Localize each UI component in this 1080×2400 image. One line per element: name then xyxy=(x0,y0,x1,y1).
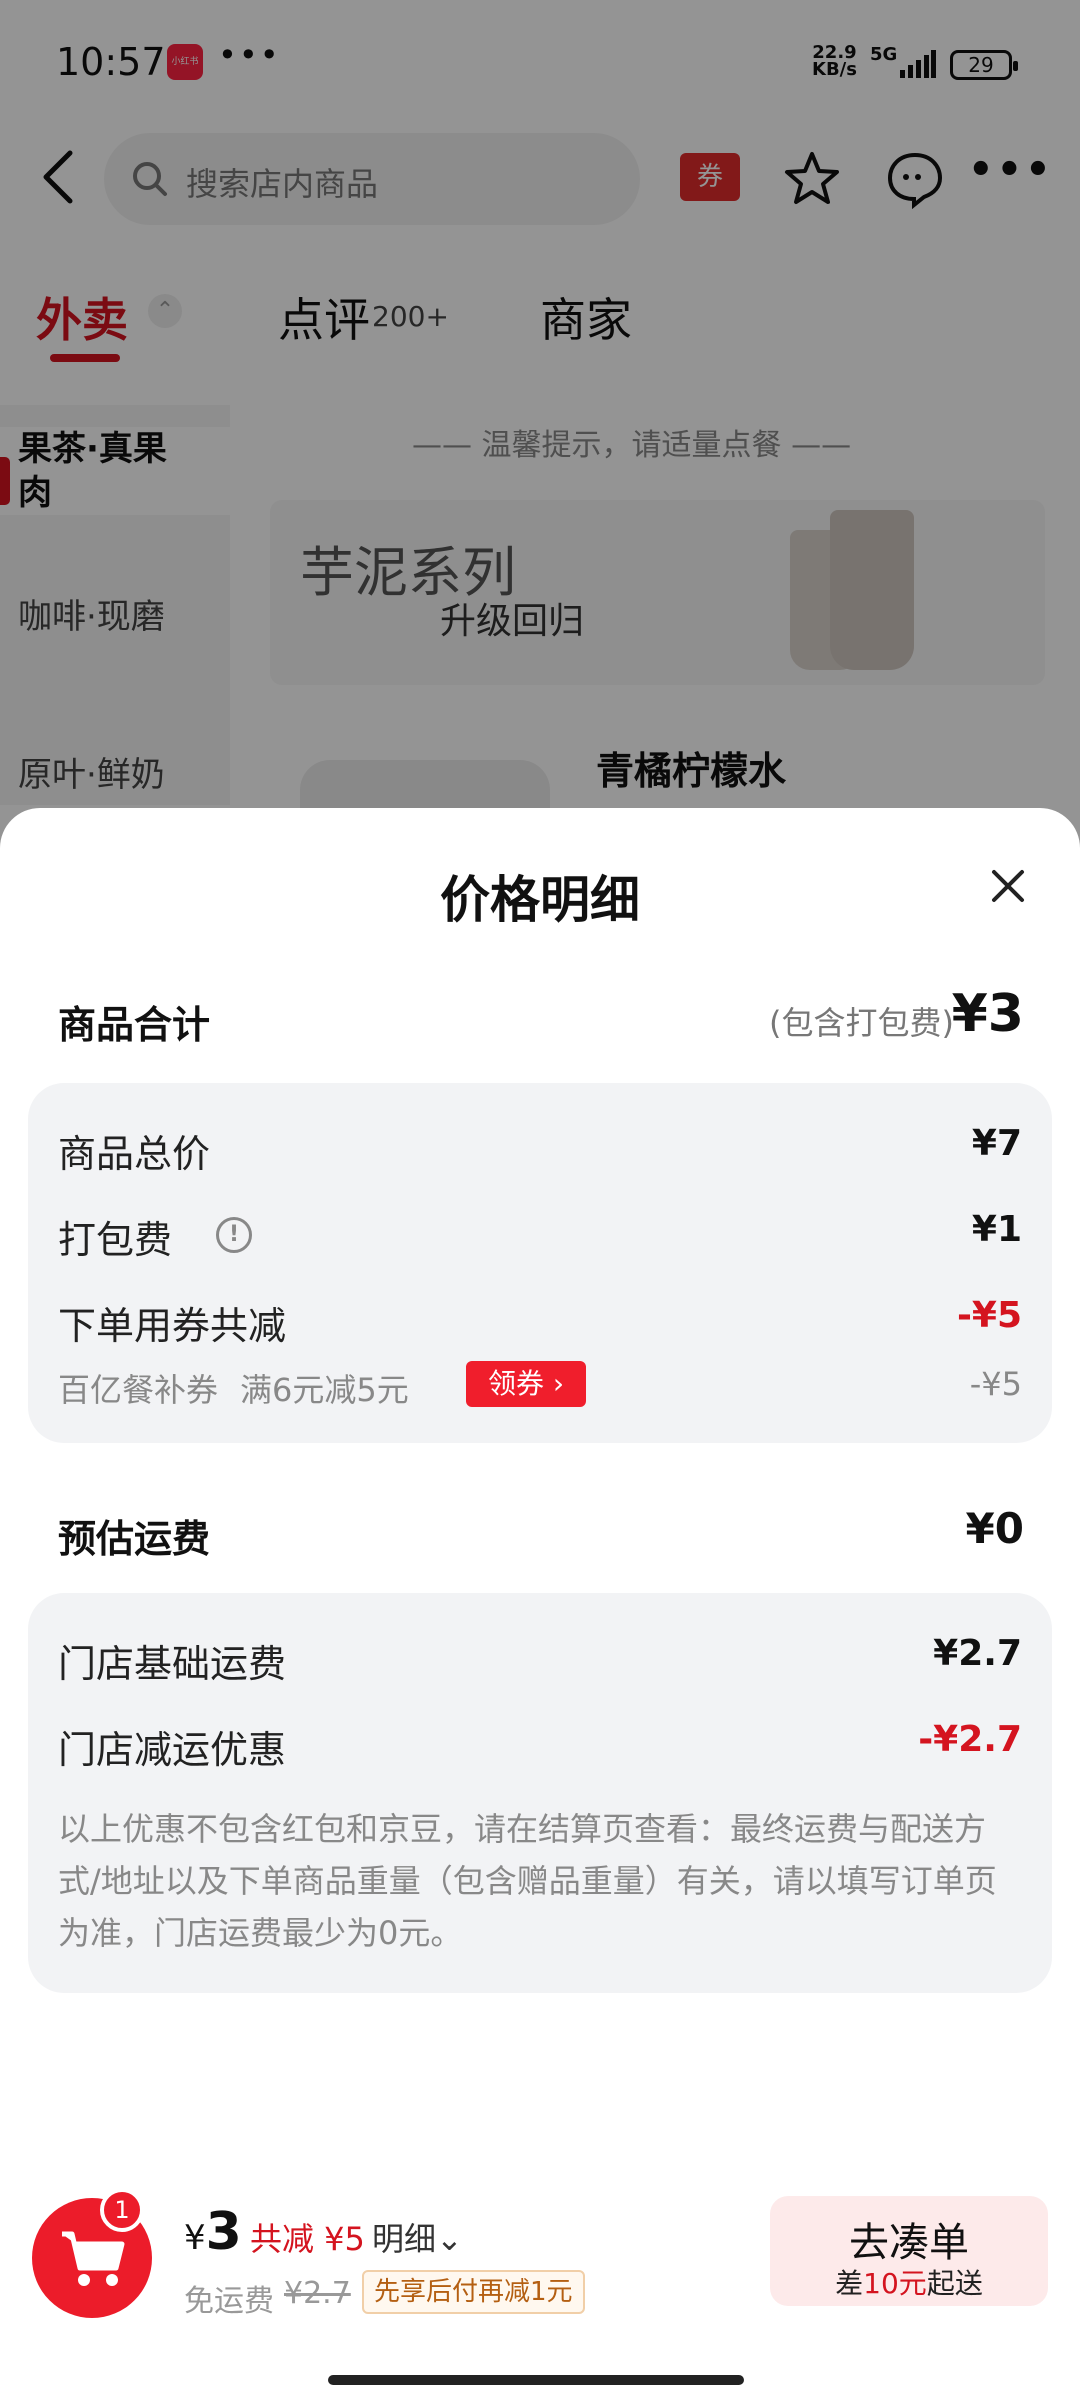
coupon-item-row: 百亿餐补券 满6元减5元 领券 › -¥5 xyxy=(58,1361,1022,1411)
shipping-value: ¥0 xyxy=(965,1504,1024,1553)
row-label: 门店减运优惠 xyxy=(58,1728,287,1772)
row-value: -¥2.7 xyxy=(918,1719,1022,1760)
home-indicator[interactable] xyxy=(328,2375,744,2385)
checkout-bar: 1 ¥3 共减 ¥5 明细⌄ 免运费 ¥2.7 先享后付再减1元 去凑单 差10… xyxy=(0,2170,1080,2400)
row-label: 商品总价 xyxy=(58,1132,211,1176)
add-more-title: 去凑单 xyxy=(849,2220,969,2266)
cart-icon xyxy=(62,2231,125,2286)
goods-total-value: ¥3 xyxy=(951,984,1024,1044)
row-label: 下单用券共减 xyxy=(58,1304,287,1348)
detail-toggle[interactable]: 明细⌄ xyxy=(372,2214,463,2260)
total-price: ¥3 xyxy=(184,2202,242,2262)
original-shipping-price: ¥2.7 xyxy=(284,2276,351,2311)
goods-total-label: 商品合计 xyxy=(58,1003,211,1047)
coupon-name: 百亿餐补券 xyxy=(58,1371,219,1409)
close-icon[interactable] xyxy=(988,866,1028,906)
saved-amount: 共减 ¥5 xyxy=(250,2220,365,2258)
row-label: 打包费 xyxy=(58,1218,173,1262)
add-more-items-button[interactable]: 去凑单 差10元起送 xyxy=(770,2196,1048,2306)
goods-price-row: 商品总价 ¥7 xyxy=(58,1119,1022,1176)
coupon-rule: 满6元减5元 xyxy=(240,1371,409,1409)
shipping-label: 预估运费 xyxy=(58,1517,211,1561)
info-icon[interactable]: ! xyxy=(216,1217,252,1253)
shipping-discount-row: 门店减运优惠 -¥2.7 xyxy=(58,1715,1022,1772)
row-value: ¥2.7 xyxy=(933,1633,1022,1674)
coupon-discount-row: 下单用券共减 -¥5 xyxy=(58,1291,1022,1348)
sheet-title: 价格明细 xyxy=(440,871,640,929)
goods-total-note: (包含打包费) xyxy=(769,1004,954,1042)
coupon-value: -¥5 xyxy=(969,1365,1022,1403)
free-shipping-label: 免运费 xyxy=(184,2284,274,2319)
total-value: 3 xyxy=(205,2202,242,2262)
goods-breakdown-card: 商品总价 ¥7 打包费 ! ¥1 下单用券共减 -¥5 百亿餐补券 满6元减5元… xyxy=(28,1083,1052,1443)
currency-symbol: ¥ xyxy=(184,2218,206,2258)
cart-count-badge: 1 xyxy=(100,2188,144,2232)
minimum-order-hint: 差10元起送 xyxy=(770,2262,1048,2302)
hint-suffix: 起送 xyxy=(926,2267,983,2300)
shipping-breakdown-card: 门店基础运费 ¥2.7 门店减运优惠 -¥2.7 以上优惠不包含红包和京豆，请在… xyxy=(28,1593,1052,1993)
base-shipping-row: 门店基础运费 ¥2.7 xyxy=(58,1629,1022,1686)
hint-amount: 10元 xyxy=(863,2267,927,2300)
goods-total-row: 商品合计 (包含打包费) ¥3 xyxy=(58,984,1024,1048)
pay-later-promo-badge: 先享后付再减1元 xyxy=(362,2270,585,2314)
shipping-note: 以上优惠不包含红包和京豆，请在结算页查看：最终运费与配送方式/地址以及下单商品重… xyxy=(58,1810,997,1952)
packing-fee-row: 打包费 ! ¥1 xyxy=(58,1205,1022,1262)
row-value: ¥1 xyxy=(971,1209,1022,1250)
row-value: -¥5 xyxy=(956,1295,1022,1336)
price-detail-sheet: 价格明细 商品合计 (包含打包费) ¥3 商品总价 ¥7 打包费 ! ¥1 下单… xyxy=(0,808,1080,2400)
row-label: 门店基础运费 xyxy=(58,1642,287,1686)
hint-prefix: 差 xyxy=(835,2267,864,2300)
row-value: ¥7 xyxy=(971,1123,1022,1164)
take-coupon-button[interactable]: 领券 › xyxy=(466,1361,587,1407)
shipping-row: 预估运费 ¥0 xyxy=(58,1502,1024,1562)
